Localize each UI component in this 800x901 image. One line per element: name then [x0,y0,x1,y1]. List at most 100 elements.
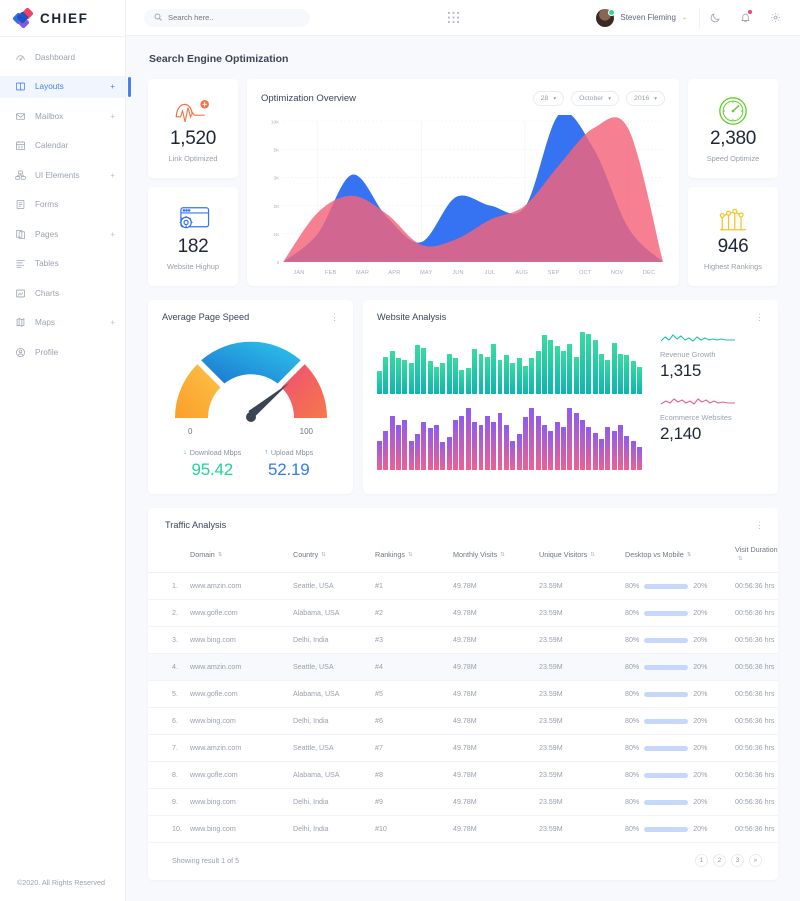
x-tick-label: APR [378,270,410,276]
bar [624,355,629,394]
card-menu-icon[interactable]: ⋮ [330,314,339,320]
sidebar-item-ui-elements[interactable]: UI Elements + [0,164,125,186]
table-row[interactable]: 1.www.amzin.comSeattle, USA#149.78M23.59… [148,573,778,600]
row-country: Alabama, USA [293,762,375,789]
bar [593,433,598,470]
ratio-bar: 80%20% [625,825,735,833]
bar [491,422,496,470]
sort-icon[interactable]: ⇅ [408,553,413,559]
year-select[interactable]: 2016 ▾ [626,91,665,106]
moon-icon[interactable] [700,3,730,33]
row-index: 4. [148,654,190,681]
card-menu-icon[interactable]: ⋮ [755,522,764,528]
traffic-table-body: 1.www.amzin.comSeattle, USA#149.78M23.59… [148,573,778,843]
chevron-down-icon: ▾ [553,96,556,102]
table-row[interactable]: 9.www.bing.comDelhi, India#949.78M23.59M… [148,789,778,816]
card-menu-icon[interactable]: ⋮ [755,314,764,320]
search-box[interactable] [144,9,310,27]
table-row[interactable]: 3.www.bing.comDelhi, India#349.78M23.59M… [148,627,778,654]
row-desktop-vs-mobile: 80%20% [625,573,735,600]
column-header-domain[interactable]: Domain⇅ [190,539,293,573]
day-select[interactable]: 28 ▾ [533,91,564,106]
sort-icon[interactable]: ⇅ [687,553,692,559]
bar [383,431,388,470]
sort-icon[interactable]: ⇅ [738,557,743,563]
row-desktop-vs-mobile: 80%20% [625,789,735,816]
brand-name: CHIEF [40,11,89,26]
table-row[interactable]: 8.www.gofle.comAlabama, USA#849.78M23.59… [148,762,778,789]
sidebar-item-layouts[interactable]: Layouts+ [0,76,125,98]
row-country: Alabama, USA [293,681,375,708]
sidebar-item-profile[interactable]: Profile [0,341,125,363]
sort-icon[interactable]: ⇅ [321,553,326,559]
row-domain: www.gofle.com [190,600,293,627]
row-desktop-vs-mobile: 80%20% [625,600,735,627]
sidebar-item-charts[interactable]: Charts [0,282,125,304]
table-row[interactable]: 10.www.bing.comDelhi, India#1049.78M23.5… [148,816,778,843]
pagination-page-2[interactable]: 2 [713,854,726,867]
ratio-track [644,665,688,670]
sort-icon[interactable]: ⇅ [590,553,595,559]
stat-label: Highest Rankings [704,262,762,271]
row-unique-visitors: 23.59M [539,708,625,735]
sidebar-expand-icon[interactable]: + [110,230,115,239]
column-header-monthly-visits[interactable]: Monthly Visits⇅ [453,539,539,573]
sidebar-expand-icon[interactable]: + [110,318,115,327]
user-menu[interactable]: Steven Fleming ⌄ [596,9,699,27]
brand-logo[interactable]: CHIEF [0,0,125,36]
sidebar-item-tables[interactable]: Tables [0,253,125,275]
bar [536,416,541,470]
column-header-desktop-vs-mobile[interactable]: Desktop vs Mobile⇅ [625,539,735,573]
row-country: Seattle, USA [293,573,375,600]
column-header-visit-duration[interactable]: Visit Duration ⇅ [735,539,778,573]
month-select[interactable]: October ▾ [571,91,619,106]
ecommerce-websites-label: Ecommerce Websites [660,413,764,422]
sort-icon[interactable]: ⇅ [218,553,223,559]
column-header-country[interactable]: Country⇅ [293,539,375,573]
sidebar-expand-icon[interactable]: + [110,112,115,121]
row-domain: www.bing.com [190,789,293,816]
bar [574,357,579,394]
table-row[interactable]: 4.www.amzin.comSeattle, USA#449.78M23.59… [148,654,778,681]
dashboard-icon [14,51,26,63]
optimization-title: Optimization Overview [261,93,356,104]
sidebar-item-maps[interactable]: Maps+ [0,312,125,334]
table-row[interactable]: 6.www.bing.comDelhi, India#649.78M23.59M… [148,708,778,735]
sidebar-item-mailbox[interactable]: Mailbox+ [0,105,125,127]
search-input[interactable] [168,13,300,22]
bell-icon[interactable] [730,3,760,33]
gear-icon[interactable] [760,3,790,33]
gauge-min: 0 [188,427,192,436]
column-header-label: Visit Duration [735,545,778,554]
topbar: Steven Fleming ⌄ [126,0,800,36]
stat-label: Link Optimized [169,154,218,163]
column-header-unique-visitors[interactable]: Unique Visitors⇅ [539,539,625,573]
pagination-page-1[interactable]: 1 [695,854,708,867]
x-tick-label: MAR [347,270,379,276]
sidebar-expand-icon[interactable]: + [110,171,115,180]
row-index: 9. [148,789,190,816]
sidebar-item-calendar[interactable]: Calendar [0,135,125,157]
table-row[interactable]: 7.www.amzin.comSeattle, USA#749.78M23.59… [148,735,778,762]
table-row[interactable]: 5.www.gofle.comAlabama, USA#549.78M23.59… [148,681,778,708]
pagination-next[interactable]: » [749,854,762,867]
notification-badge [748,10,752,14]
row-visit-duration: 00:56:36 hrs [735,762,778,789]
sidebar-item-pages[interactable]: Pages+ [0,223,125,245]
sidebar-expand-icon[interactable]: + [110,82,115,91]
sort-icon[interactable]: ⇅ [500,553,505,559]
row-desktop-vs-mobile: 80%20% [625,654,735,681]
pagination-page-3[interactable]: 3 [731,854,744,867]
sidebar-item-dashboard[interactable]: Dashboard [0,46,125,68]
grid-apps-icon[interactable] [448,12,459,23]
x-tick-label: AUG [506,270,538,276]
stat-label: Speed Optimize [707,154,760,163]
column-header-rankings[interactable]: Rankings⇅ [375,539,453,573]
sidebar-item-label: UI Elements [35,171,101,180]
right-stat-column: 2,380 Speed Optimize [688,79,778,286]
row-unique-visitors: 23.59M [539,627,625,654]
gauge-scale: 0 100 [162,424,339,436]
sidebar-item-forms[interactable]: Forms [0,194,125,216]
bar [453,420,458,470]
table-row[interactable]: 2.www.gofle.comAlabama, USA#249.78M23.59… [148,600,778,627]
